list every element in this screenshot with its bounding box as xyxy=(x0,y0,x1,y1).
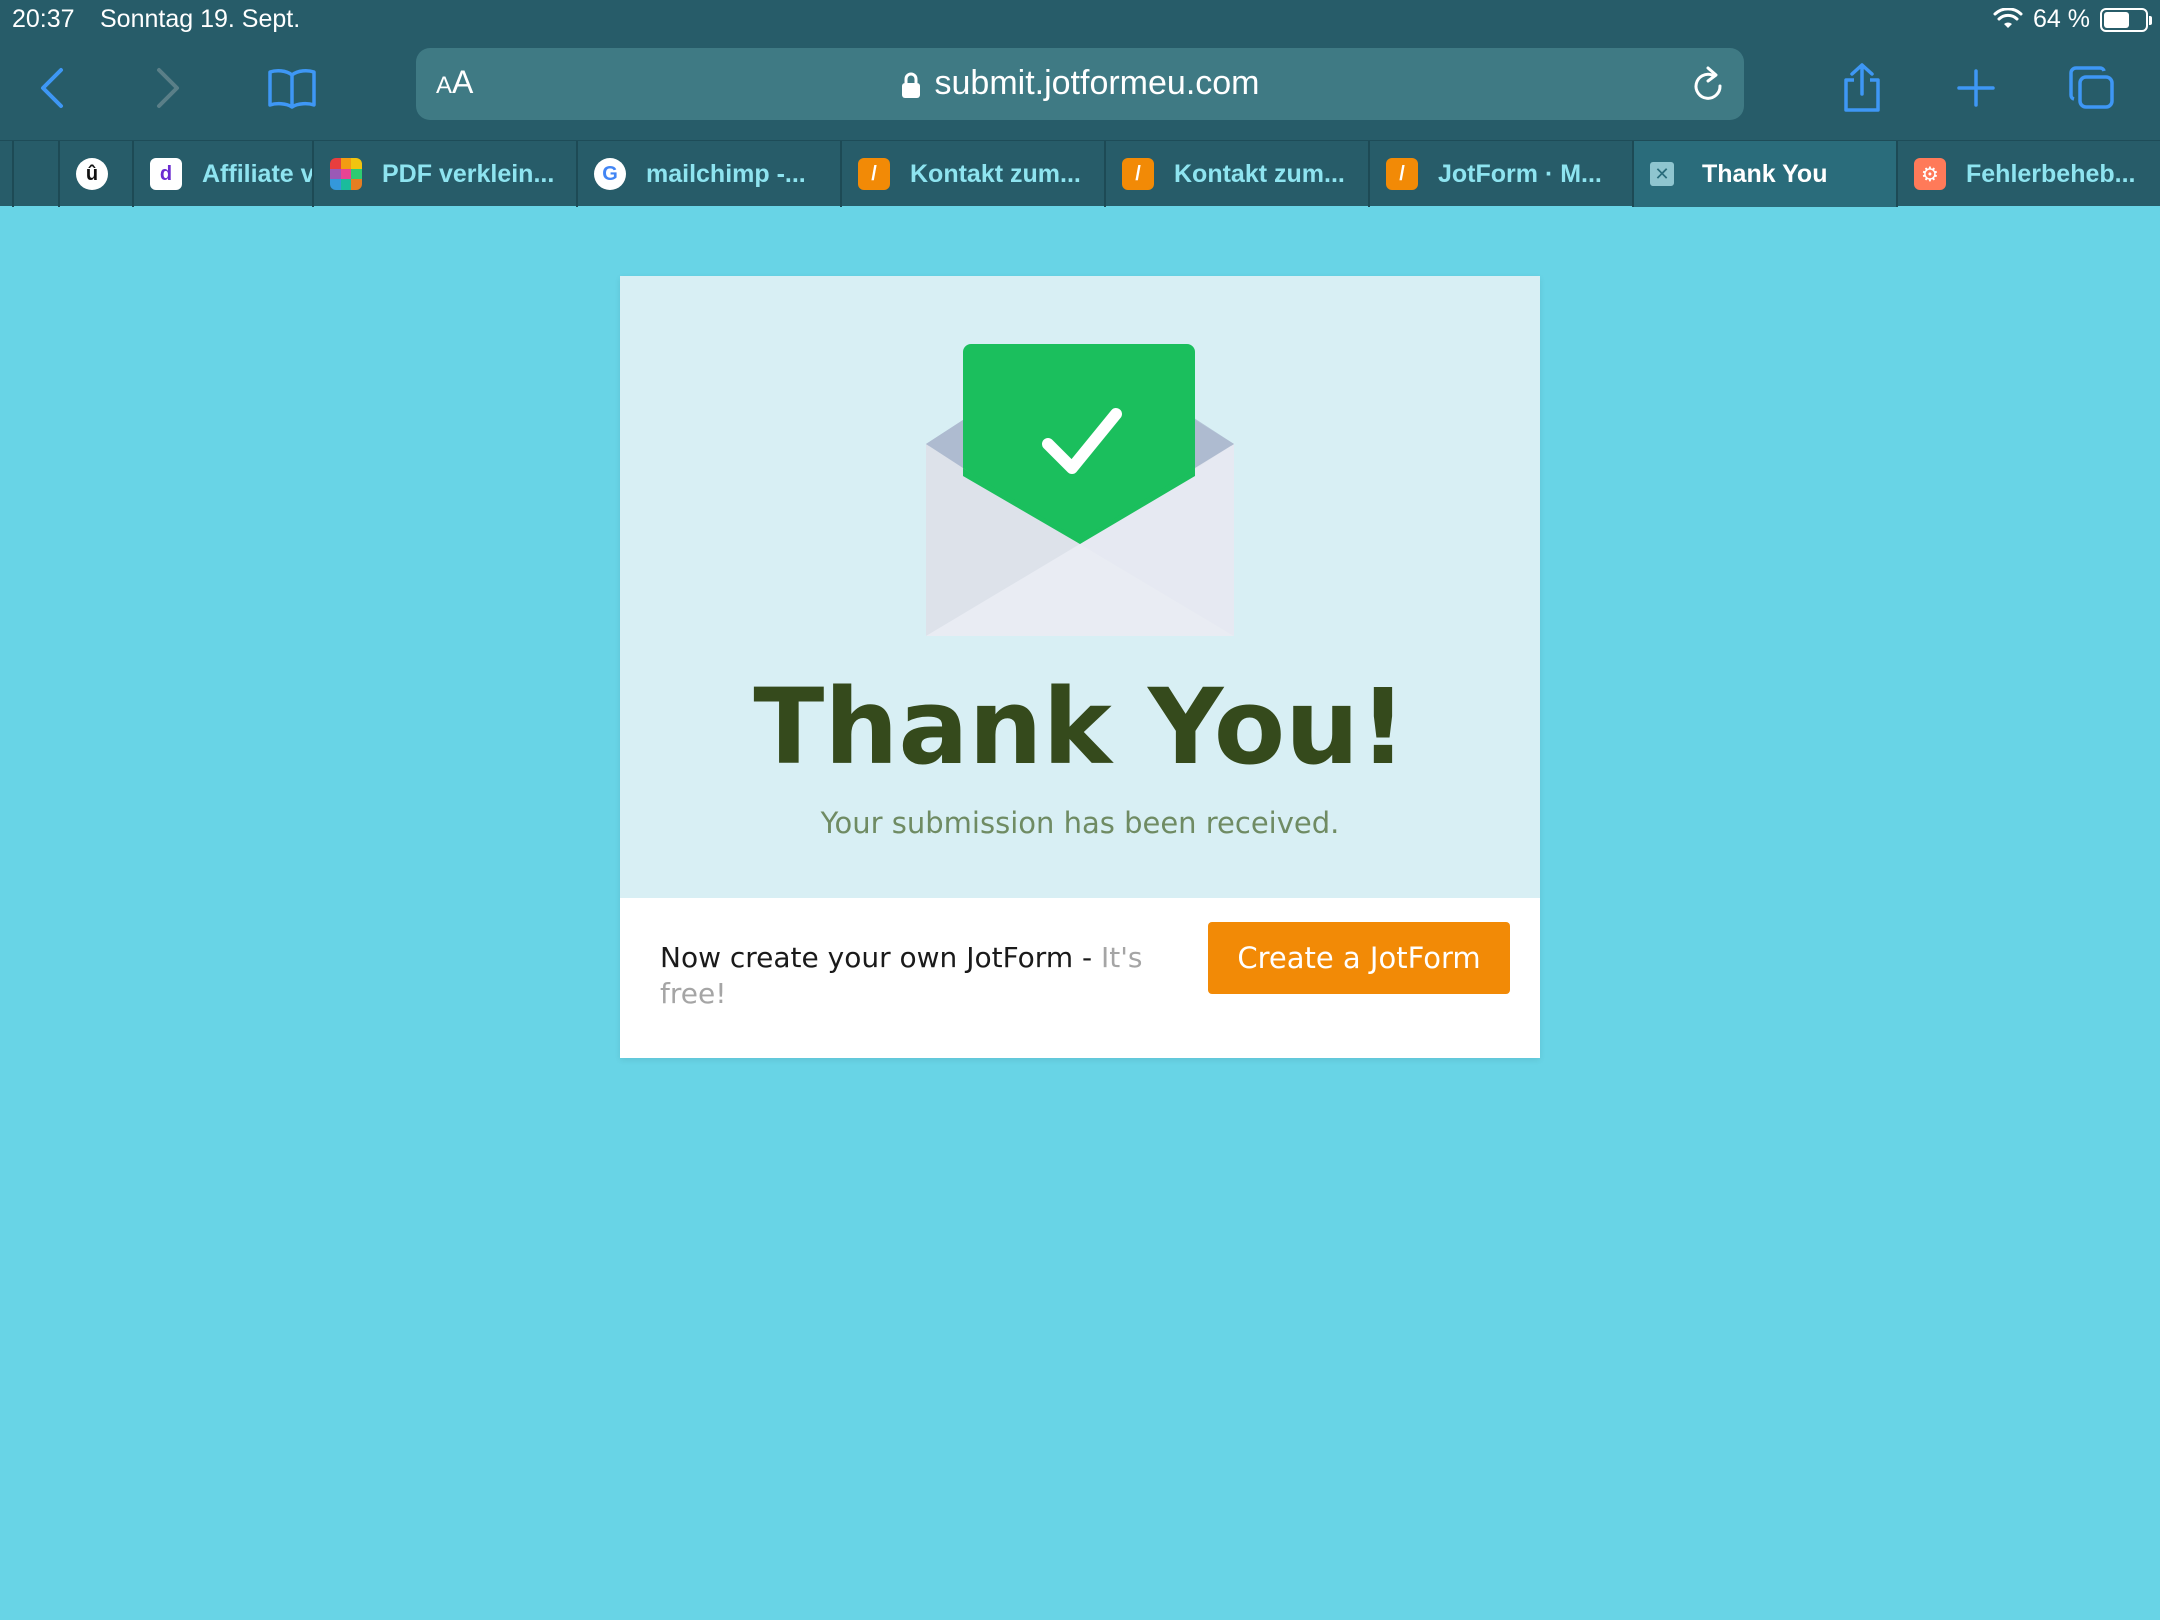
tab-label: Affiliate v xyxy=(202,159,312,188)
plus-icon xyxy=(1957,69,1995,107)
chevron-right-icon xyxy=(157,68,179,108)
new-tab-button[interactable] xyxy=(1946,58,2006,118)
page-title: Thank You! xyxy=(753,666,1407,788)
tab-label: JotForm · M... xyxy=(1438,159,1602,188)
tab-label: PDF verklein... xyxy=(382,159,555,188)
thank-you-panel: Thank You! Your submission has been rece… xyxy=(620,276,1540,898)
chevron-left-icon xyxy=(41,68,63,108)
jotform-icon: / xyxy=(1386,158,1418,190)
close-tab-icon[interactable]: ✕ xyxy=(1650,162,1674,186)
url-display[interactable]: submit.jotformeu.com xyxy=(416,64,1744,103)
status-time: 20:37 xyxy=(12,5,75,33)
battery-icon xyxy=(2100,7,2152,32)
tab-item[interactable]: / JotForm · M... xyxy=(1368,141,1632,207)
jotform-icon: / xyxy=(858,158,890,190)
promo-text-block: Now create your own JotForm - It's free! xyxy=(660,940,1200,1012)
google-icon: G xyxy=(594,158,626,190)
tab-item[interactable]: ⚙ Fehlerbeheb... xyxy=(1896,141,2160,207)
tab-label: Fehlerbeheb... xyxy=(1966,159,2136,188)
tab-item[interactable]: G mailchimp -... xyxy=(576,141,840,207)
tab-item[interactable]: PDF verklein... xyxy=(312,141,576,207)
thank-you-card: Thank You! Your submission has been rece… xyxy=(620,276,1540,1058)
share-icon xyxy=(1844,63,1880,112)
bookmarks-button[interactable] xyxy=(262,58,322,118)
battery-percentage: 64 % xyxy=(2033,5,2090,33)
hubspot-icon: ⚙ xyxy=(1914,158,1946,190)
d-logo-icon: d xyxy=(150,158,182,190)
tabs-icon xyxy=(2069,66,2114,109)
udemy-icon: û xyxy=(76,158,108,190)
ilovepdf-icon xyxy=(330,158,362,190)
promo-text: Now create your own JotForm - xyxy=(660,941,1101,974)
tabs-overview-button[interactable] xyxy=(2062,58,2122,118)
back-button[interactable] xyxy=(22,58,82,118)
share-button[interactable] xyxy=(1832,58,1892,118)
create-jotform-button[interactable]: Create a JotForm xyxy=(1208,922,1510,994)
book-icon xyxy=(268,69,316,109)
tab-item[interactable]: d Affiliate v xyxy=(132,141,312,207)
tab-item[interactable]: / Kontakt zum... xyxy=(1104,141,1368,207)
tab-label: mailchimp -... xyxy=(646,159,806,188)
lock-icon xyxy=(901,72,920,99)
page-subtitle: Your submission has been received. xyxy=(820,806,1340,840)
envelope-check-icon xyxy=(926,344,1234,636)
tab-item-active[interactable]: ✕ Thank You xyxy=(1632,141,1896,207)
jotform-icon: / xyxy=(1122,158,1154,190)
tab-bar: û d Affiliate v PDF verklein... G mailch… xyxy=(0,140,2160,207)
address-bar[interactable]: AA submit.jotformeu.com xyxy=(416,48,1744,120)
forward-button[interactable] xyxy=(138,58,198,118)
tab-label: Thank You xyxy=(1702,159,1828,188)
reload-icon[interactable] xyxy=(1690,64,1726,104)
tab-item[interactable]: û xyxy=(58,141,132,207)
tab-item[interactable]: / Kontakt zum... xyxy=(840,141,1104,207)
status-date: Sonntag 19. Sept. xyxy=(100,5,301,33)
promo-footer: Now create your own JotForm - It's free!… xyxy=(620,898,1540,1058)
tab-item[interactable] xyxy=(12,141,58,207)
url-text: submit.jotformeu.com xyxy=(934,64,1260,102)
browser-toolbar: AA submit.jotformeu.com xyxy=(0,40,2160,140)
wifi-icon xyxy=(1993,7,2023,28)
tab-label: Kontakt zum... xyxy=(910,159,1081,188)
tab-label: Kontakt zum... xyxy=(1174,159,1345,188)
status-bar: 20:37 Sonntag 19. Sept. 64 % xyxy=(0,0,2160,40)
